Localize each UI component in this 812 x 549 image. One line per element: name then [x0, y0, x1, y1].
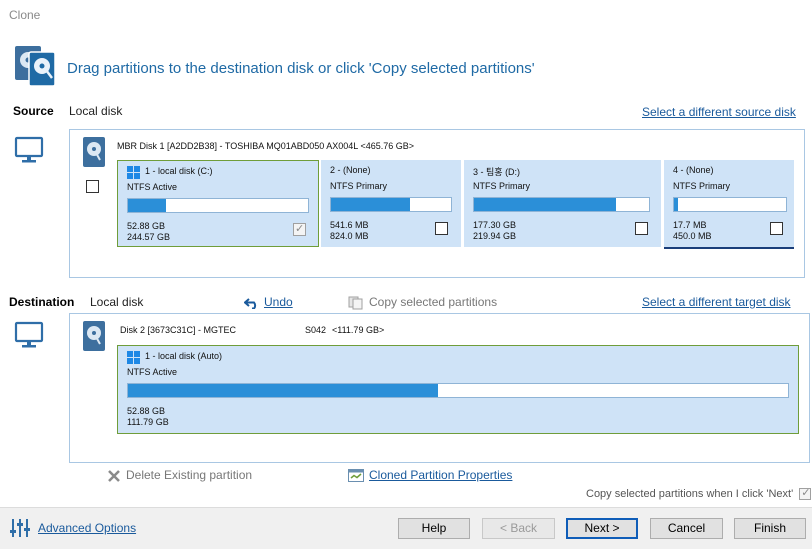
select-target-disk-link[interactable]: Select a different target disk	[642, 295, 791, 309]
advanced-options-link[interactable]: Advanced Options	[38, 521, 136, 535]
checkmark-icon: ✓	[801, 487, 811, 500]
partition-type: NTFS Active	[127, 367, 178, 377]
partition-total: 244.57 GB	[127, 232, 171, 242]
usage-fill	[331, 198, 411, 211]
checkmark-icon: ✓	[295, 223, 305, 235]
source-label: Source	[13, 104, 54, 118]
partition-total: 111.79 GB	[127, 417, 169, 427]
destination-label: Destination	[9, 295, 75, 309]
undo-icon	[244, 298, 257, 309]
partition-used: 177.30 GB	[473, 220, 517, 230]
computer-icon	[14, 136, 44, 163]
partition-used: 541.6 MB	[330, 220, 369, 230]
hard-disk-icon	[83, 137, 105, 167]
source-disk-panel: MBR Disk 1 [A2DD2B38] - TOSHIBA MQ01ABD0…	[69, 129, 805, 278]
clone-disk-icon	[15, 46, 56, 87]
usage-bar	[127, 198, 309, 213]
copy-when-next-checkbox[interactable]: ✓	[799, 487, 812, 501]
partition-underline	[664, 247, 794, 249]
partition-used: 52.88 GB	[127, 406, 166, 416]
source-partition-4[interactable]: 4 - (None) NTFS Primary 17.7 MB 450.0 MB	[664, 160, 794, 249]
bottom-button-bar: Advanced Options Help < Back Next > Canc…	[0, 507, 812, 549]
usage-bar	[473, 197, 650, 212]
cloned-partition-properties-link[interactable]: Cloned Partition Properties	[348, 468, 513, 483]
back-button[interactable]: < Back	[482, 518, 555, 539]
computer-icon	[14, 321, 44, 348]
partition-total: 450.0 MB	[673, 231, 712, 241]
usage-bar	[673, 197, 787, 212]
partition-name: 1 - local disk (Auto)	[145, 351, 223, 361]
partition-checkbox[interactable]	[435, 222, 448, 235]
destination-disk-title: Disk 2 [3673C31C] - MGTEC	[120, 325, 237, 335]
partition-name: 1 - local disk (C:)	[145, 166, 213, 176]
delete-existing-label: Delete Existing partition	[126, 468, 253, 482]
cancel-button[interactable]: Cancel	[650, 518, 723, 539]
undo-label: Undo	[264, 295, 293, 309]
window-title: Clone	[9, 8, 41, 22]
windows-icon	[127, 351, 140, 364]
partition-checkbox[interactable]	[770, 222, 783, 235]
source-disk-title: MBR Disk 1 [A2DD2B38] - TOSHIBA MQ01ABD0…	[117, 141, 414, 151]
destination-disk-panel: Disk 2 [3673C31C] - MGTEC S042 <111.79 G…	[69, 313, 810, 463]
title-bar: Clone	[0, 0, 812, 32]
destination-type: Local disk	[90, 295, 144, 309]
partition-total: 824.0 MB	[330, 231, 369, 241]
finish-button[interactable]: Finish	[734, 518, 806, 539]
partition-name: 3 - 팀홍 (D:)	[473, 167, 521, 177]
instruction-text: Drag partitions to the destination disk …	[67, 60, 535, 77]
source-partition-3[interactable]: 3 - 팀홍 (D:) NTFS Primary 177.30 GB 219.9…	[464, 160, 661, 247]
usage-fill	[474, 198, 616, 211]
copy-icon	[348, 296, 363, 310]
usage-fill	[128, 384, 439, 397]
copy-selected-label: Copy selected partitions	[369, 295, 498, 309]
copy-when-next-option[interactable]: Copy selected partitions when I click 'N…	[586, 487, 812, 501]
properties-icon	[348, 469, 364, 483]
delete-x-icon	[108, 469, 120, 482]
copy-when-next-label: Copy selected partitions when I click 'N…	[586, 488, 794, 500]
partition-type: NTFS Primary	[330, 181, 387, 191]
partition-name: 2 - (None)	[330, 165, 371, 175]
advanced-options-sliders-icon	[10, 519, 30, 537]
source-partition-1[interactable]: 1 - local disk (C:) NTFS Active 52.88 GB…	[117, 160, 319, 247]
partition-checkbox[interactable]	[635, 222, 648, 235]
partition-type: NTFS Primary	[473, 181, 530, 191]
partition-type: NTFS Primary	[673, 181, 730, 191]
usage-fill	[128, 199, 166, 212]
partition-total: 219.94 GB	[473, 231, 517, 241]
partition-used: 17.7 MB	[673, 220, 707, 230]
destination-disk-size: <111.79 GB>	[332, 325, 385, 335]
select-source-disk-link[interactable]: Select a different source disk	[642, 105, 796, 119]
usage-bar	[127, 383, 789, 398]
usage-bar	[330, 197, 452, 212]
help-button[interactable]: Help	[398, 518, 470, 539]
partition-name: 4 - (None)	[673, 165, 714, 175]
select-all-source-checkbox[interactable]	[86, 180, 99, 193]
partition-used: 52.88 GB	[127, 221, 166, 231]
usage-fill	[674, 198, 679, 211]
undo-button[interactable]: Undo	[244, 295, 293, 309]
copy-selected-partitions-button[interactable]: Copy selected partitions	[348, 295, 497, 310]
source-partition-2[interactable]: 2 - (None) NTFS Primary 541.6 MB 824.0 M…	[321, 160, 461, 247]
partition-checkbox[interactable]: ✓	[293, 223, 306, 236]
cloned-properties-label: Cloned Partition Properties	[369, 468, 513, 482]
next-button[interactable]: Next >	[566, 518, 638, 539]
partition-type: NTFS Active	[127, 182, 178, 192]
destination-disk-model: S042	[305, 325, 327, 335]
source-type: Local disk	[69, 104, 123, 118]
windows-icon	[127, 166, 140, 179]
destination-partition-1[interactable]: 1 - local disk (Auto) NTFS Active 52.88 …	[117, 345, 799, 434]
delete-existing-partition-button[interactable]: Delete Existing partition	[107, 468, 252, 483]
hard-disk-icon	[83, 321, 105, 351]
